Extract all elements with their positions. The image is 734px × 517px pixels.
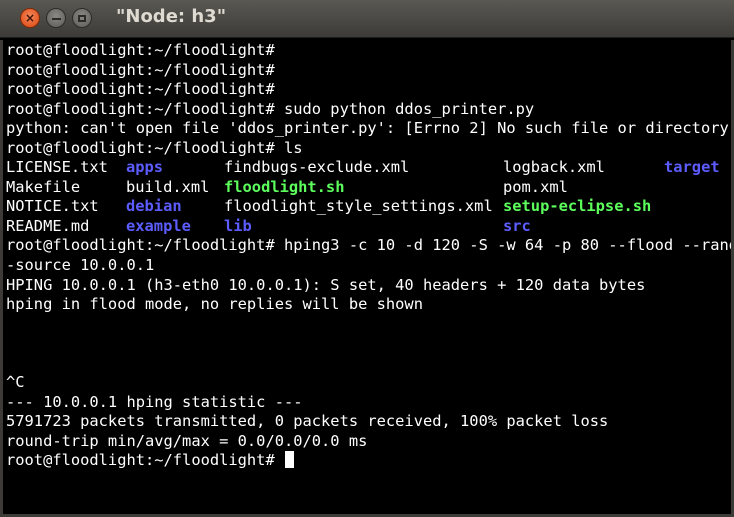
- terminal-window: × "Node: h3" root@floodlight:~/floodligh…: [0, 0, 734, 517]
- maximize-icon: [78, 14, 86, 22]
- terminal-line: round-trip min/avg/max = 0.0/0.0/0.0 ms: [6, 431, 368, 450]
- text-cursor: [284, 451, 294, 469]
- terminal-line: root@floodlight:~/floodlight#: [6, 41, 275, 59]
- ls-entry: floodlight.sh: [224, 177, 345, 196]
- close-icon: ×: [24, 11, 36, 25]
- ls-output-row: NOTICE.txt debian floodlight_style_setti…: [6, 197, 731, 217]
- ls-entry: floodlight_style_settings.xml: [224, 197, 493, 216]
- terminal-line: 5791723 packets transmitted, 0 packets r…: [6, 412, 609, 431]
- close-button[interactable]: ×: [20, 8, 40, 28]
- terminal-line: HPING 10.0.0.1 (h3-eth0 10.0.0.1): S set…: [6, 275, 646, 294]
- ls-output-row: Makefile build.xml floodlight.sh pom.xml: [6, 178, 731, 198]
- terminal-output[interactable]: root@floodlight:~/floodlight# root@flood…: [0, 40, 734, 517]
- ls-entry: pom.xml: [503, 177, 568, 196]
- ls-entry: findbugs-exclude.xml: [224, 158, 410, 177]
- ls-entry: target: [664, 158, 720, 177]
- ls-entry: lib: [224, 216, 252, 235]
- prompt: root@floodlight:~/floodlight#: [6, 451, 284, 470]
- minimize-icon: [51, 18, 61, 20]
- title-bar[interactable]: × "Node: h3": [0, 0, 734, 38]
- ls-entry: logback.xml: [503, 158, 605, 177]
- ls-entry: NOTICE.txt: [6, 197, 99, 216]
- ls-entry: debian: [126, 197, 182, 216]
- maximize-button[interactable]: [72, 8, 92, 28]
- ls-entry: README.md: [6, 216, 90, 235]
- window-title: "Node: h3": [116, 6, 227, 27]
- command-prompt-line[interactable]: root@floodlight:~/floodlight#: [6, 451, 731, 471]
- terminal-line: root@floodlight:~/floodlight#: [6, 60, 275, 79]
- ls-entry: apps: [126, 158, 164, 177]
- terminal-line: hping in flood mode, no replies will be …: [6, 295, 423, 314]
- terminal-line: python: can't open file 'ddos_printer.py…: [6, 119, 729, 138]
- ls-entry: Makefile: [6, 177, 81, 196]
- ls-entry: src: [503, 216, 531, 235]
- terminal-line: ^C: [6, 373, 25, 392]
- ls-entry: setup-eclipse.sh: [503, 197, 652, 216]
- terminal-line: --- 10.0.0.1 hping statistic ---: [6, 392, 303, 411]
- terminal-line: root@floodlight:~/floodlight# hping3 -c …: [6, 236, 731, 255]
- ls-entry: example: [126, 216, 191, 235]
- ls-output-row: LICENSE.txt apps findbugs-exclude.xml lo…: [6, 158, 731, 178]
- terminal-line: root@floodlight:~/floodlight# ls: [6, 138, 303, 157]
- terminal-line: root@floodlight:~/floodlight# sudo pytho…: [6, 99, 535, 118]
- ls-entry: build.xml: [126, 177, 210, 196]
- minimize-button[interactable]: [46, 8, 66, 28]
- ls-entry: LICENSE.txt: [6, 158, 108, 177]
- ls-output-row: README.md example lib src: [6, 217, 731, 237]
- terminal-line: -source 10.0.0.1: [6, 256, 155, 275]
- terminal-line: root@floodlight:~/floodlight#: [6, 80, 275, 99]
